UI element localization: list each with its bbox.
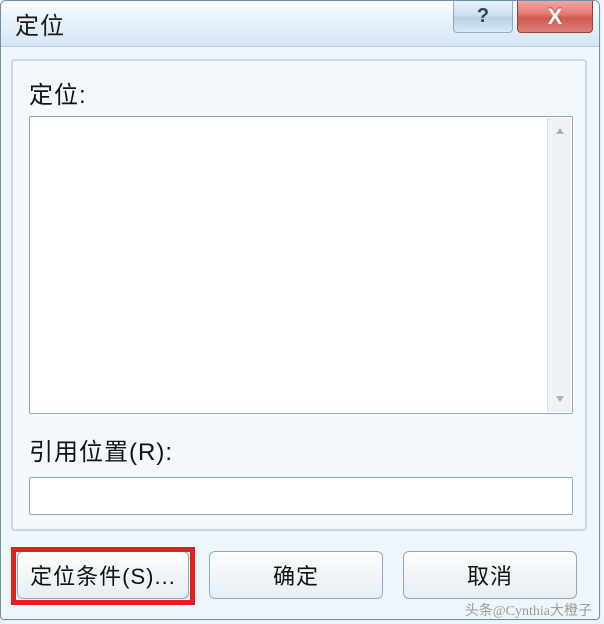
ok-button-label: 确定	[273, 559, 319, 591]
cancel-button[interactable]: 取消	[403, 551, 577, 599]
button-row: 定位条件(S)... 确定 取消	[17, 551, 585, 599]
content-panel: 定位: 引用位置(R):	[11, 59, 587, 531]
scroll-down-button[interactable]	[548, 386, 571, 412]
help-button[interactable]: ?	[453, 1, 513, 33]
titlebar-buttons: ? X	[453, 1, 593, 33]
chevron-down-icon	[554, 394, 566, 404]
chevron-up-icon	[554, 126, 566, 136]
goto-listbox[interactable]	[29, 116, 573, 414]
close-button[interactable]: X	[517, 1, 593, 33]
titlebar: 定位 ? X	[1, 1, 599, 47]
scrollbar[interactable]	[547, 118, 571, 412]
special-button[interactable]: 定位条件(S)...	[17, 551, 189, 599]
special-button-label: 定位条件(S)...	[30, 559, 176, 591]
reference-input[interactable]	[29, 477, 573, 515]
dialog-window: 定位 ? X 定位:	[0, 0, 600, 620]
reference-label: 引用位置(R):	[29, 432, 571, 467]
close-icon: X	[548, 4, 563, 30]
client-area: 定位: 引用位置(R): 定位条件(S)... 确定	[1, 47, 599, 619]
goto-label: 定位:	[29, 75, 571, 110]
titlebar-title: 定位	[1, 6, 65, 41]
goto-listbox-inner[interactable]	[31, 118, 546, 412]
scroll-up-button[interactable]	[548, 118, 571, 144]
cancel-button-label: 取消	[467, 559, 513, 591]
ok-button[interactable]: 确定	[209, 551, 383, 599]
help-icon: ?	[477, 5, 489, 28]
